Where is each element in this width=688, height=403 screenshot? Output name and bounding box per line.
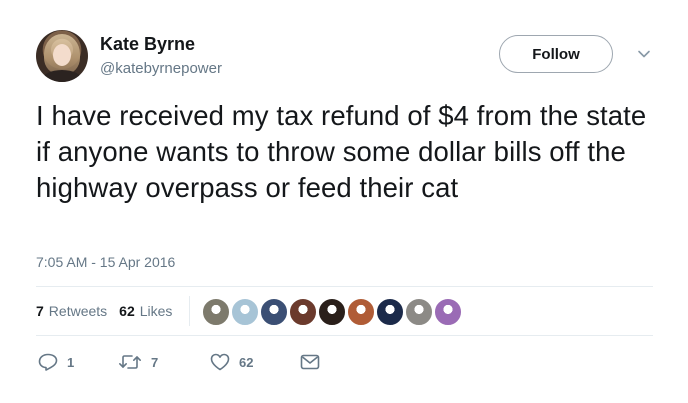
retweet-button[interactable]: 7 [118, 353, 210, 371]
chevron-down-icon[interactable] [636, 46, 652, 62]
likes-label: Likes [139, 303, 173, 319]
envelope-icon [300, 354, 320, 370]
liker-avatar[interactable] [202, 298, 230, 326]
user-avatar[interactable] [36, 30, 88, 82]
likes-stat[interactable]: 62 Likes [119, 303, 172, 319]
liker-avatar[interactable] [260, 298, 288, 326]
tweet-actions: 1 7 62 [38, 353, 320, 371]
liker-avatars [202, 298, 463, 326]
avatar-face [53, 44, 71, 66]
liker-avatar[interactable] [347, 298, 375, 326]
retweets-label: Retweets [48, 303, 108, 319]
liker-avatar[interactable] [376, 298, 404, 326]
like-button[interactable]: 62 [210, 353, 300, 371]
stats-divider [189, 296, 190, 326]
like-count: 62 [239, 354, 254, 370]
reply-icon [38, 353, 58, 371]
retweets-stat[interactable]: 7 Retweets [36, 303, 107, 319]
reply-count: 1 [67, 354, 75, 370]
divider-bottom [36, 335, 653, 336]
liker-avatar[interactable] [231, 298, 259, 326]
follow-button[interactable]: Follow [499, 35, 613, 73]
retweet-count: 7 [151, 354, 159, 370]
user-handle[interactable]: @katebyrnepower [100, 60, 222, 77]
engagement-stats: 7 Retweets 62 Likes [36, 303, 172, 319]
liker-avatar[interactable] [434, 298, 462, 326]
tweet-text: I have received my tax refund of $4 from… [36, 100, 647, 203]
retweets-count: 7 [36, 303, 44, 319]
retweet-icon [119, 355, 141, 369]
avatar-body [42, 70, 82, 82]
divider-top [36, 286, 653, 287]
reply-button[interactable]: 1 [38, 353, 118, 371]
tweet-timestamp[interactable]: 7:05 AM - 15 Apr 2016 [36, 254, 175, 270]
user-display-name[interactable]: Kate Byrne [100, 34, 195, 55]
liker-avatar[interactable] [318, 298, 346, 326]
likes-count: 62 [119, 303, 135, 319]
heart-icon [210, 353, 230, 371]
liker-avatar[interactable] [405, 298, 433, 326]
liker-avatar[interactable] [289, 298, 317, 326]
direct-message-button[interactable] [300, 354, 320, 370]
